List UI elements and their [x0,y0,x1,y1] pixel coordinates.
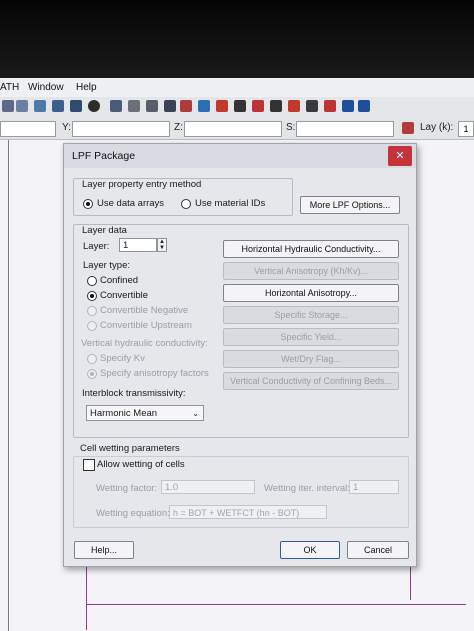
flag-icon[interactable] [342,100,354,112]
close-icon: ✕ [395,150,405,162]
layer-label: Layer: [83,241,110,252]
toolbar [0,97,474,120]
convertible-upstream-radio [87,321,97,331]
layer-icon[interactable] [402,122,414,134]
s-coord-field[interactable] [296,121,394,137]
grid-line [8,140,9,631]
layer-k-label: Lay (k): [420,122,454,133]
boundary-line [86,560,87,630]
use-material-ids-label[interactable]: Use material IDs [195,198,265,209]
close-button[interactable]: ✕ [388,146,412,166]
ok-button[interactable]: OK [280,541,340,559]
s-coord-label: S: [286,122,296,133]
x-coord-field[interactable] [0,121,56,137]
sphere-icon[interactable] [88,100,100,112]
layer-type-label: Layer type: [83,260,130,271]
convertible-radio[interactable] [87,291,97,301]
chd-icon[interactable] [270,100,282,112]
interblock-value: Harmonic Mean [90,408,158,419]
mesh-icon[interactable] [16,100,28,112]
ghb-icon[interactable] [288,100,300,112]
layer-k-field[interactable]: 1 [458,121,474,137]
wet-dry-flag-button: Wet/Dry Flag... [223,350,399,368]
table-icon[interactable] [52,100,64,112]
menu-help[interactable]: Help [76,82,97,93]
pan-icon[interactable] [146,100,158,112]
rotate-icon[interactable] [164,100,176,112]
drain-icon[interactable] [252,100,264,112]
evt-icon[interactable] [324,100,336,112]
coordinate-bar: Y: Z: S: Lay (k): 1 [0,119,474,140]
zone-icon[interactable] [358,100,370,112]
use-data-arrays-label[interactable]: Use data arrays [97,198,164,209]
node-icon[interactable] [198,100,210,112]
help-button[interactable]: Help... [74,541,134,559]
monitor-bezel [0,0,474,78]
cancel-button[interactable]: Cancel [347,541,409,559]
interblock-select[interactable]: Harmonic Mean ⌄ [86,405,204,421]
wetting-equation-select: h = BOT + WETFCT (hn - BOT) [169,505,327,519]
wetting-legend: Cell wetting parameters [80,443,180,454]
y-coord-field[interactable] [72,121,170,137]
confined-label[interactable]: Confined [100,275,138,286]
y-coord-label: Y: [62,122,71,133]
use-data-arrays-radio[interactable] [83,199,93,209]
select-icon[interactable] [110,100,122,112]
spin-down-icon[interactable]: ▼ [158,245,166,251]
z-coord-label: Z: [174,122,183,133]
dialog-title: LPF Package [72,150,136,162]
menu-window[interactable]: Window [28,82,64,93]
layer-spinner[interactable]: ▲ ▼ [157,238,167,252]
horizontal-anisotropy-button[interactable]: Horizontal Anisotropy... [223,284,399,302]
dialog-titlebar[interactable]: LPF Package ✕ [64,144,416,168]
vertical-anisotropy-button: Vertical Anisotropy (Kh/Kv)... [223,262,399,280]
map-icon[interactable] [34,100,46,112]
convertible-upstream-label: Convertible Upstream [100,320,192,331]
zoom-icon[interactable] [128,100,140,112]
z-coord-field[interactable] [184,121,282,137]
well-icon[interactable] [216,100,228,112]
more-lpf-options-button[interactable]: More LPF Options... [300,196,400,214]
river-icon[interactable] [234,100,246,112]
menu-ath[interactable]: ATH [0,82,19,93]
entry-method-legend: Layer property entry method [82,179,202,190]
wetting-iter-input: 1 [349,480,399,494]
cell-icon[interactable] [180,100,192,112]
specific-storage-button: Specific Storage... [223,306,399,324]
convertible-label[interactable]: Convertible [100,290,148,301]
vhc-label: Vertical hydraulic conductivity: [81,338,208,349]
interblock-label: Interblock transmissivity: [82,388,186,399]
specify-anisotropy-radio [87,369,97,379]
menu-bar: ATH Window Help [0,78,474,97]
wetting-equation-value: h = BOT + WETFCT (hn - BOT) [173,508,300,518]
specify-kv-radio [87,354,97,364]
confined-radio[interactable] [87,276,97,286]
wetting-factor-input: 1.0 [161,480,255,494]
layer-input[interactable]: 1 [119,238,157,252]
chevron-down-icon: ⌄ [192,409,199,418]
horizontal-hydraulic-conductivity-button[interactable]: Horizontal Hydraulic Conductivity... [223,240,399,258]
lpf-package-dialog: LPF Package ✕ Layer property entry metho… [63,143,417,567]
wetting-equation-label: Wetting equation: [96,508,170,519]
wetting-factor-label: Wetting factor: [96,483,158,494]
specific-yield-button: Specific Yield... [223,328,399,346]
layer-data-legend: Layer data [82,225,127,236]
use-material-ids-radio[interactable] [181,199,191,209]
specify-anisotropy-label: Specify anisotropy factors [100,368,209,379]
convertible-negative-radio [87,306,97,316]
wetting-iter-label: Wetting iter. interval: [264,483,350,494]
specify-kv-label: Specify Kv [100,353,145,364]
boundary-line [86,604,466,605]
recharge-icon[interactable] [306,100,318,112]
grid-icon[interactable] [2,100,14,112]
allow-wetting-label[interactable]: Allow wetting of cells [97,459,185,470]
allow-wetting-checkbox[interactable] [83,459,95,471]
vertical-conductivity-confining-beds-button: Vertical Conductivity of Confining Beds.… [223,372,399,390]
convertible-negative-label: Convertible Negative [100,305,189,316]
layers-icon[interactable] [70,100,82,112]
